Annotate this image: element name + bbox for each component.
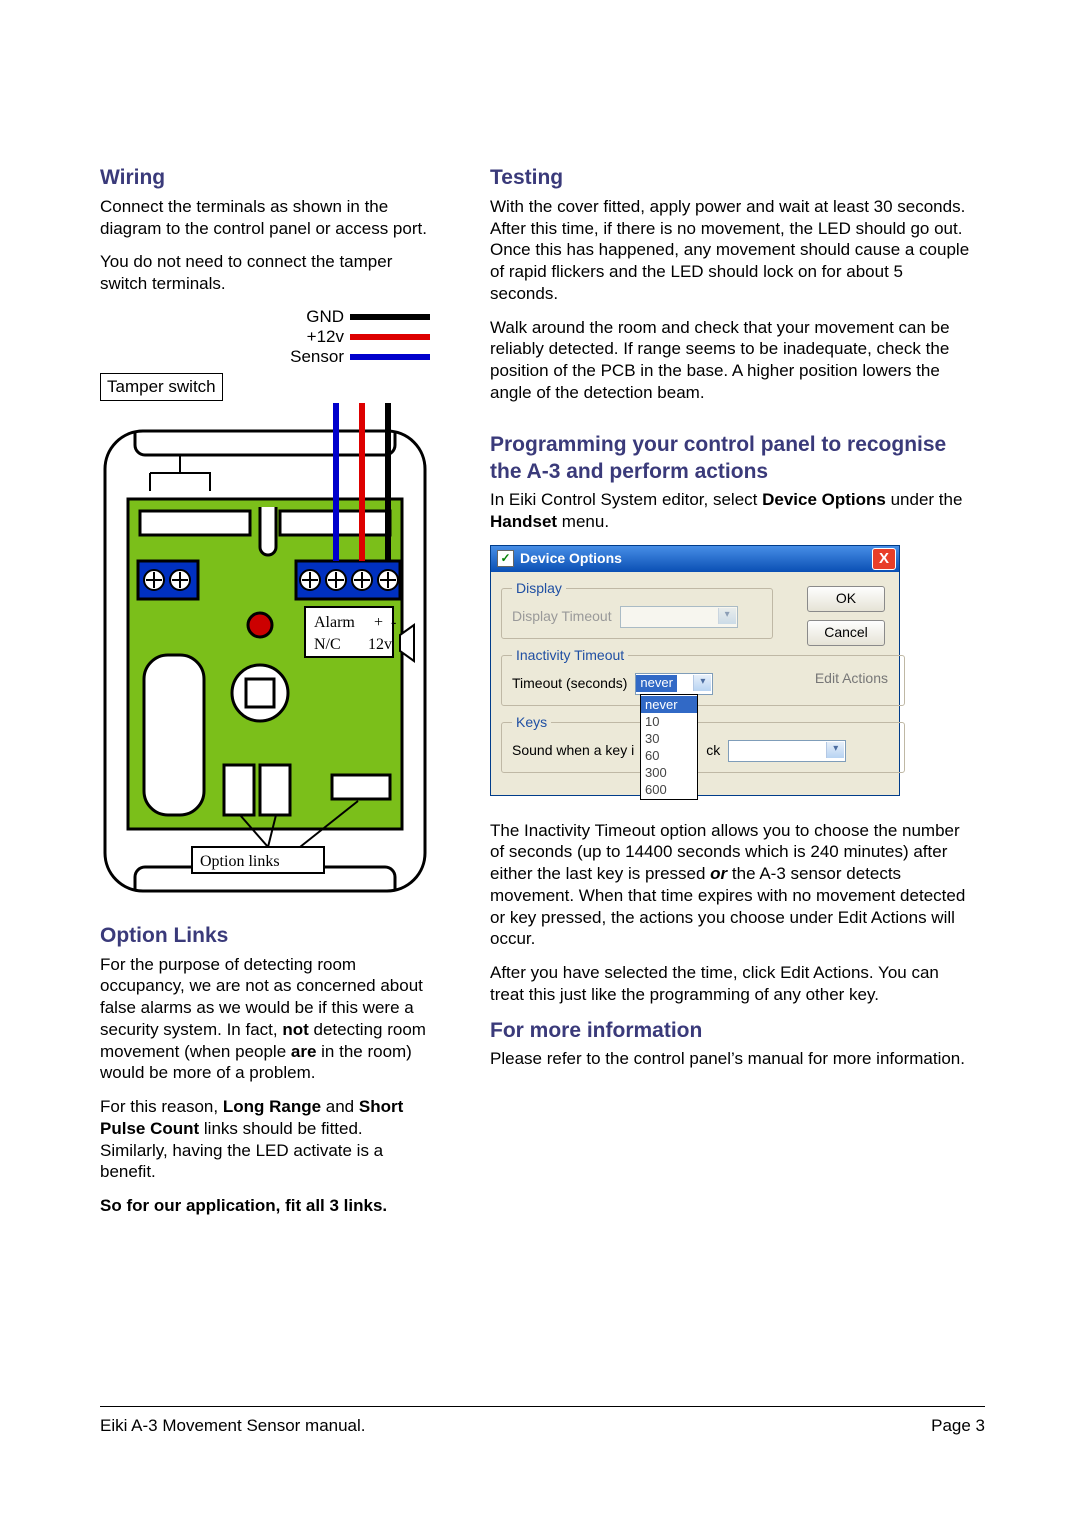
dialog-titlebar[interactable]: ✓ Device Options X bbox=[491, 546, 899, 572]
option-links-box-text: Option links bbox=[200, 853, 280, 870]
inactivity-group: Inactivity Timeout Edit Actions Timeout … bbox=[501, 647, 905, 706]
keys-sound-label-right: ck bbox=[706, 742, 720, 760]
inactivity-para-1: The Inactivity Timeout option allows you… bbox=[490, 820, 975, 951]
svg-text:+ -: + - bbox=[374, 614, 396, 631]
keys-sound-label-left: Sound when a key i bbox=[512, 742, 634, 760]
keys-sound-select[interactable]: ▾ bbox=[728, 740, 846, 762]
timeout-option[interactable]: 300 bbox=[641, 764, 697, 781]
diagram-nc-text: N/C bbox=[314, 636, 341, 653]
timeout-option[interactable]: 60 bbox=[641, 747, 697, 764]
display-group: Display Display Timeout ▾ bbox=[501, 580, 773, 639]
timeout-option[interactable]: 600 bbox=[641, 781, 697, 798]
option-links-para-2: For this reason, Long Range and Short Pu… bbox=[100, 1096, 430, 1183]
diagram-alarm-text: Alarm bbox=[314, 614, 355, 631]
keys-legend: Keys bbox=[512, 714, 551, 732]
option-links-para-3: So for our application, fit all 3 links. bbox=[100, 1195, 430, 1217]
footer-right: Page 3 bbox=[931, 1415, 985, 1437]
more-info-heading: For more information bbox=[490, 1018, 975, 1045]
12v-wire-icon bbox=[350, 334, 430, 340]
timeout-option[interactable]: 10 bbox=[641, 713, 697, 730]
wiring-para-2: You do not need to connect the tamper sw… bbox=[100, 251, 430, 295]
programming-heading: Programming your control panel to recogn… bbox=[490, 432, 975, 486]
footer-left: Eiki A-3 Movement Sensor manual. bbox=[100, 1415, 366, 1437]
timeout-option[interactable]: 30 bbox=[641, 730, 697, 747]
gnd-wire-icon bbox=[350, 314, 430, 320]
more-info-para: Please refer to the control panel’s manu… bbox=[490, 1048, 975, 1070]
chevron-down-icon: ▾ bbox=[718, 608, 736, 624]
legend-gnd: GND bbox=[264, 307, 344, 327]
display-timeout-label: Display Timeout bbox=[512, 608, 612, 626]
inactivity-legend: Inactivity Timeout bbox=[512, 647, 628, 665]
tamper-switch-label: Tamper switch bbox=[100, 373, 223, 401]
timeout-dropdown[interactable]: never 10 30 60 300 600 bbox=[640, 694, 698, 800]
wiring-para-1: Connect the terminals as shown in the di… bbox=[100, 196, 430, 240]
dialog-close-button[interactable]: X bbox=[872, 548, 896, 570]
device-options-dialog: ✓ Device Options X OK Cancel Display Dis… bbox=[490, 545, 900, 796]
display-legend: Display bbox=[512, 580, 566, 598]
cancel-button[interactable]: Cancel bbox=[807, 620, 885, 646]
pcb-diagram-svg: Alarm N/C + - 12v bbox=[100, 403, 430, 903]
option-links-para-1: For the purpose of detecting room occupa… bbox=[100, 954, 430, 1085]
legend-12v: +12v bbox=[264, 327, 344, 347]
svg-text:12v: 12v bbox=[368, 636, 392, 653]
timeout-label: Timeout (seconds) bbox=[512, 675, 627, 693]
testing-para-1: With the cover fitted, apply power and w… bbox=[490, 196, 975, 305]
wiring-diagram: GND +12v Sensor Tamper switch bbox=[100, 307, 430, 903]
legend-sensor: Sensor bbox=[264, 347, 344, 367]
testing-heading: Testing bbox=[490, 165, 975, 192]
dialog-title-check-icon: ✓ bbox=[497, 550, 514, 567]
timeout-select[interactable]: never ▾ bbox=[635, 673, 713, 695]
sensor-wire-icon bbox=[350, 354, 430, 360]
inactivity-para-2: After you have selected the time, click … bbox=[490, 962, 975, 1006]
dialog-title: Device Options bbox=[520, 550, 622, 568]
testing-para-2: Walk around the room and check that your… bbox=[490, 317, 975, 404]
chevron-down-icon: ▾ bbox=[826, 742, 844, 758]
display-timeout-select[interactable]: ▾ bbox=[620, 606, 738, 628]
chevron-down-icon: ▾ bbox=[693, 675, 711, 691]
timeout-option[interactable]: never bbox=[641, 696, 697, 713]
keys-group: Keys Sound when a key i ck ▾ bbox=[501, 714, 905, 773]
programming-para-1: In Eiki Control System editor, select De… bbox=[490, 489, 975, 533]
wiring-heading: Wiring bbox=[100, 165, 430, 192]
option-links-heading: Option Links bbox=[100, 923, 430, 950]
ok-button[interactable]: OK bbox=[807, 586, 885, 612]
